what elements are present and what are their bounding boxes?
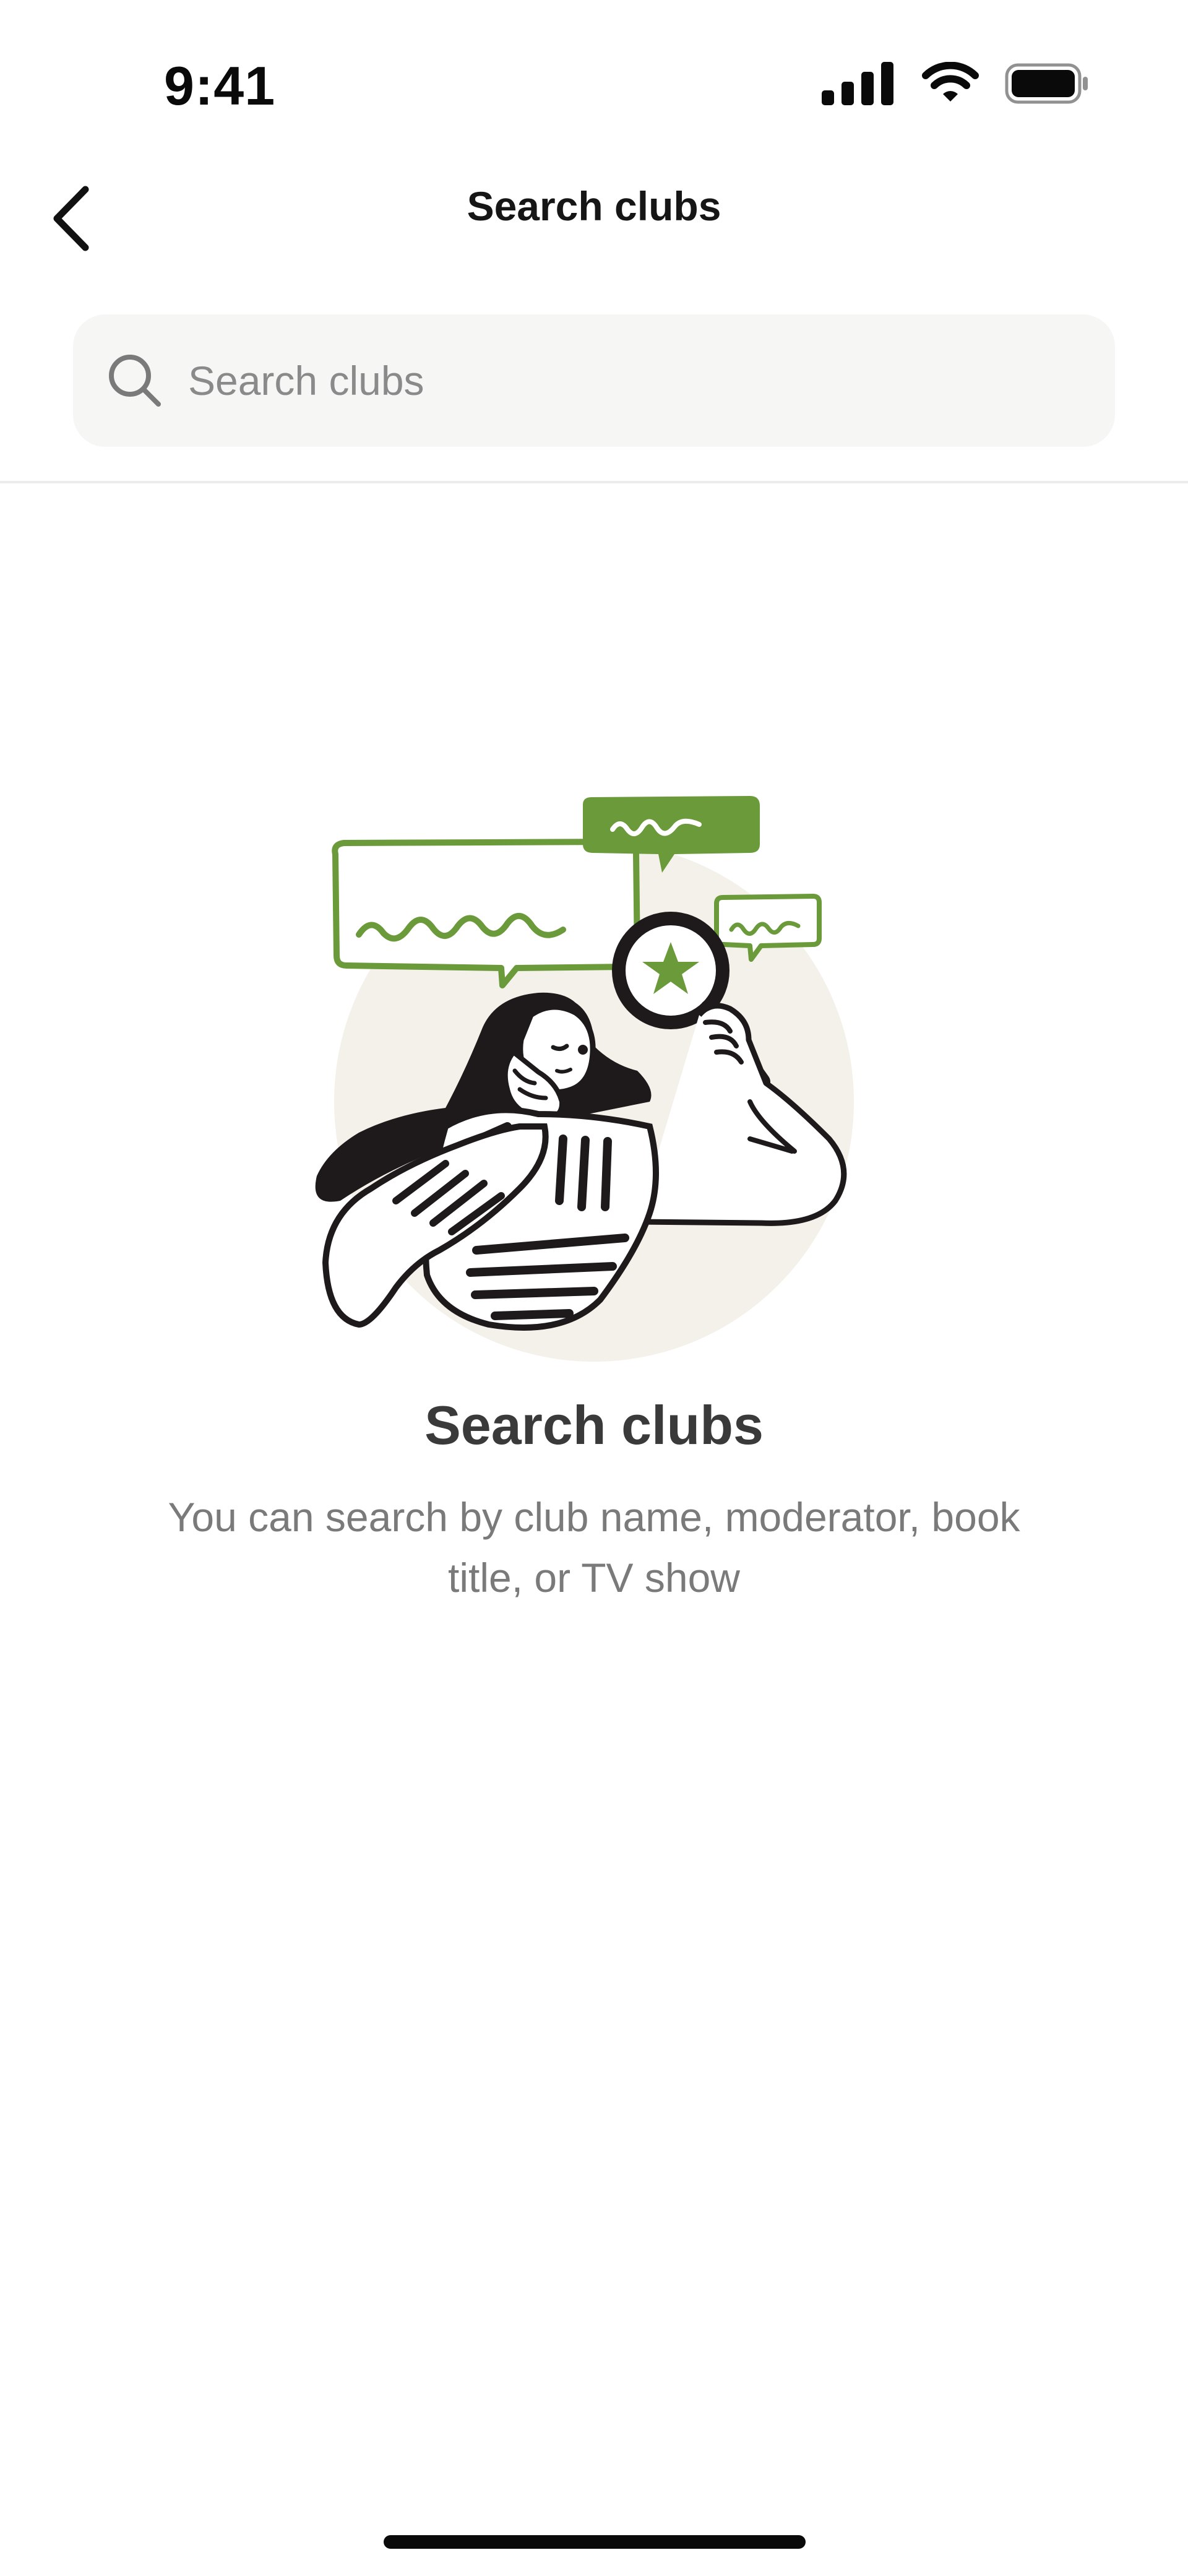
status-bar: 9:41 (0, 0, 1188, 149)
status-icons (822, 61, 1089, 108)
page-title: Search clubs (467, 183, 721, 229)
search-input[interactable] (187, 357, 1056, 405)
cellular-signal-icon (822, 62, 896, 108)
search-bar[interactable] (73, 314, 1115, 447)
header-divider (0, 481, 1188, 483)
wifi-icon (921, 61, 980, 108)
battery-icon (1005, 63, 1089, 107)
status-time: 9:41 (164, 55, 276, 116)
search-icon (105, 351, 165, 410)
empty-state-title: Search clubs (424, 1394, 764, 1456)
home-indicator[interactable] (384, 2535, 806, 2549)
woman-with-magnifying-glass-illustration (303, 780, 885, 1368)
navigation-bar: Search clubs (0, 149, 1188, 291)
empty-state-description: You can search by club name, moderator, … (168, 1494, 1020, 1601)
